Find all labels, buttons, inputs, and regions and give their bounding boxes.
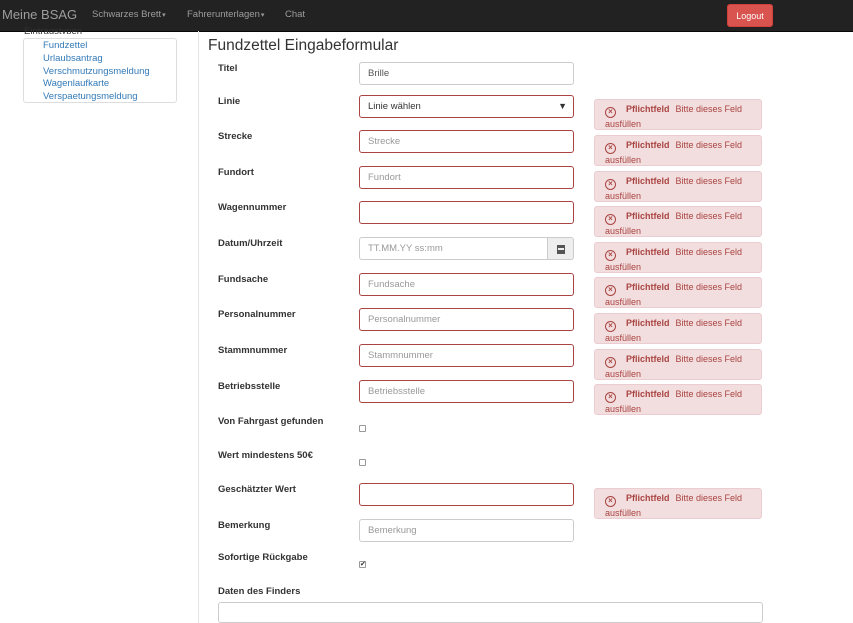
calendar-icon [557, 245, 565, 254]
betriebsstelle-validation-alert: × Pflichtfeld Bitte dieses Feld ausfüllen [594, 384, 762, 415]
caret-down-icon: ▾ [260, 12, 265, 19]
stammnummer-validation-alert: × Pflichtfeld Bitte dieses Feld ausfüllen [594, 349, 762, 380]
error-circle-icon: × [605, 321, 616, 332]
error-circle-icon: × [605, 214, 616, 225]
alert-title: Pflichtfeld [626, 389, 670, 399]
titel-label: Titel [218, 63, 238, 74]
error-circle-icon: × [605, 357, 616, 368]
nav-label: Schwarzes Brett [92, 9, 162, 20]
wert-min-label: Wert mindestens 50€ [218, 450, 313, 461]
finder-label: Daten des Finders [218, 586, 301, 597]
error-circle-icon: × [605, 143, 616, 154]
error-circle-icon: × [605, 179, 616, 190]
datum-picker-button[interactable] [547, 237, 574, 260]
titel-input[interactable]: Brille [359, 62, 574, 85]
von-fahrgast-label: Von Fahrgast gefunden [218, 416, 324, 427]
content-divider [198, 31, 199, 623]
error-circle-icon: × [605, 496, 616, 507]
alert-title: Pflichtfeld [626, 211, 670, 221]
alert-title: Pflichtfeld [626, 318, 670, 328]
wagennummer-label: Wagennummer [218, 202, 287, 213]
error-circle-icon: × [605, 107, 616, 118]
von-fahrgast-checkbox[interactable] [359, 425, 366, 432]
sidebar-item-urlaubsantrag[interactable]: Urlaubsantrag [43, 53, 103, 65]
wert-min-checkbox[interactable] [359, 459, 366, 466]
linie-label: Linie [218, 96, 241, 107]
geschaetzter-wert-input[interactable] [359, 483, 574, 506]
datum-validation-alert: × Pflichtfeld Bitte dieses Feld ausfüllen [594, 242, 762, 273]
personalnummer-label: Personalnummer [218, 309, 296, 320]
fundsache-label: Fundsache [218, 274, 269, 285]
linie-select[interactable]: Linie wählen ▼ [359, 95, 574, 118]
sidebar-item-verspaetungsmeldung[interactable]: Verspaetungsmeldung [43, 91, 138, 103]
wagennummer-validation-alert: × Pflichtfeld Bitte dieses Feld ausfüllen [594, 206, 762, 237]
betriebsstelle-input[interactable]: Betriebsstelle [359, 380, 574, 403]
datum-input[interactable]: TT.MM.YY ss:mm [359, 237, 548, 260]
alert-title: Pflichtfeld [626, 282, 670, 292]
personalnummer-input[interactable]: Personalnummer [359, 308, 574, 331]
geschaetzter-wert-validation-alert: × Pflichtfeld Bitte dieses Feld ausfüllen [594, 488, 762, 519]
fundsache-input[interactable]: Fundsache [359, 273, 574, 296]
bemerkung-label: Bemerkung [218, 520, 271, 531]
personalnummer-validation-alert: × Pflichtfeld Bitte dieses Feld ausfüllen [594, 313, 762, 344]
stammnummer-label: Stammnummer [218, 345, 288, 356]
fundort-validation-alert: × Pflichtfeld Bitte dieses Feld ausfüllen [594, 171, 762, 202]
navbar: Meine BSAG Schwarzes Brett▾ Fahrerunterl… [0, 0, 853, 32]
fundort-input[interactable]: Fundort [359, 166, 574, 189]
alert-title: Pflichtfeld [626, 247, 670, 257]
nav-chat[interactable]: Chat [285, 9, 305, 20]
alert-title: Pflichtfeld [626, 104, 670, 114]
betriebsstelle-label: Betriebsstelle [218, 381, 281, 392]
logout-button[interactable]: Logout [727, 4, 773, 27]
sidebar-item-fundzettel[interactable]: Fundzettel [43, 40, 87, 52]
alert-title: Pflichtfeld [626, 354, 670, 364]
bemerkung-input[interactable]: Bemerkung [359, 519, 574, 542]
error-circle-icon: × [605, 285, 616, 296]
sidebar-panel: Fundzettel Urlaubsantrag Verschmutzungsm… [23, 38, 177, 103]
sidebar-item-wagenlaufkarte[interactable]: Wagenlaufkarte [43, 78, 109, 90]
linie-validation-alert: × Pflichtfeld Bitte dieses Feld ausfüllen [594, 99, 762, 130]
brand-link[interactable]: Meine BSAG [2, 7, 77, 22]
strecke-label: Strecke [218, 131, 253, 142]
nav-fahrerunterlagen[interactable]: Fahrerunterlagen▾ [187, 9, 264, 20]
alert-title: Pflichtfeld [626, 493, 670, 503]
strecke-validation-alert: × Pflichtfeld Bitte dieses Feld ausfüllen [594, 135, 762, 166]
strecke-input[interactable]: Strecke [359, 130, 574, 153]
nav-label: Fahrerunterlagen [187, 9, 260, 20]
alert-title: Pflichtfeld [626, 140, 670, 150]
sidebar-item-verschmutzungsmeldung[interactable]: Verschmutzungsmeldung [43, 66, 150, 78]
wagennummer-input[interactable] [359, 201, 574, 224]
alert-title: Pflichtfeld [626, 176, 670, 186]
caret-down-icon: ▼ [558, 101, 567, 111]
fundsache-validation-alert: × Pflichtfeld Bitte dieses Feld ausfüllen [594, 277, 762, 308]
fundort-label: Fundort [218, 167, 254, 178]
nav-schwarzes-brett[interactable]: Schwarzes Brett▾ [92, 9, 166, 20]
error-circle-icon: × [605, 250, 616, 261]
linie-select-value: Linie wählen [368, 101, 421, 112]
stammnummer-input[interactable]: Stammnummer [359, 344, 574, 367]
caret-down-icon: ▾ [162, 12, 166, 19]
page-title: Fundzettel Eingabeformular [208, 37, 399, 54]
sofortige-checkbox[interactable]: ✔ [359, 561, 366, 568]
datum-label: Datum/Uhrzeit [218, 238, 283, 249]
finder-input[interactable] [218, 602, 763, 623]
error-circle-icon: × [605, 392, 616, 403]
sidebar-heading: Eintragstypen [24, 26, 83, 34]
sofortige-label: Sofortige Rückgabe [218, 552, 308, 563]
geschaetzter-wert-label: Geschätzter Wert [218, 484, 296, 495]
